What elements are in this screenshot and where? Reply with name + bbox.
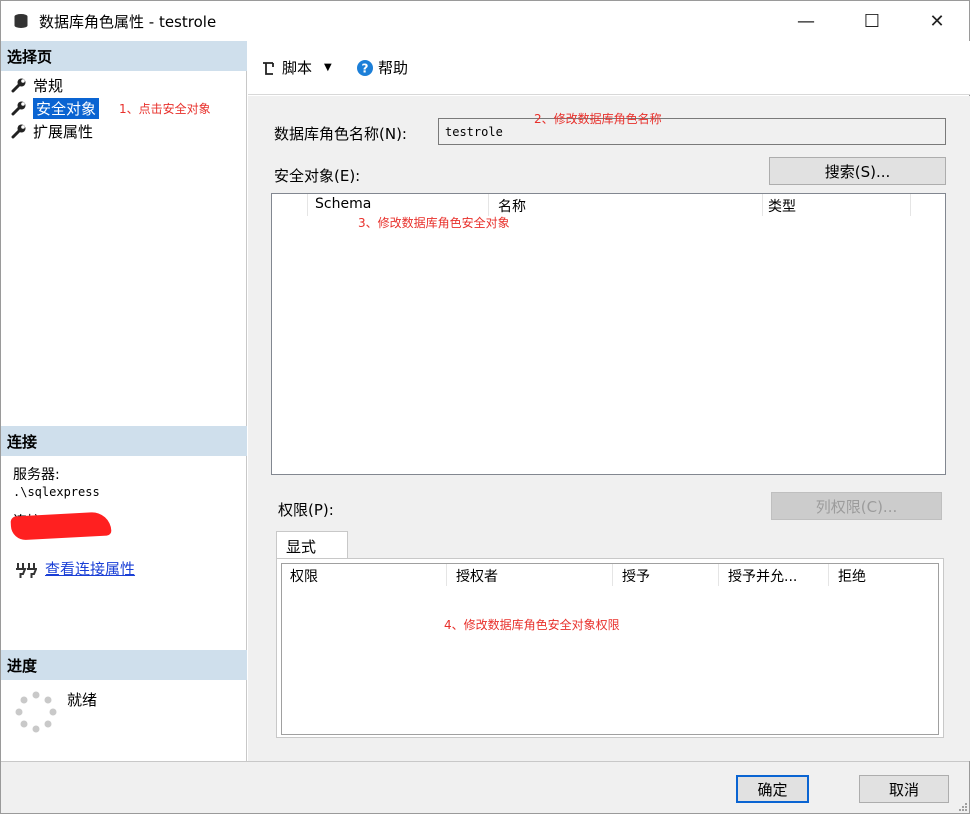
column-header-grant[interactable]: 授予 bbox=[622, 564, 650, 586]
wrench-icon bbox=[11, 78, 26, 93]
role-name-field[interactable] bbox=[438, 118, 946, 145]
role-name-label: 数据库角色名称(N): bbox=[274, 125, 407, 143]
connection-header: 连接 bbox=[1, 426, 247, 456]
column-permissions-button[interactable]: 列权限(C)... bbox=[771, 492, 942, 520]
nav-item-extended-properties[interactable]: 扩展属性 bbox=[11, 120, 93, 142]
annotation-2: 2、修改数据库角色名称 bbox=[534, 112, 662, 126]
select-page-header: 选择页 bbox=[1, 41, 247, 71]
progress-spinner-icon bbox=[15, 691, 57, 733]
server-label: 服务器: bbox=[13, 467, 60, 483]
status-text: 就绪 bbox=[67, 691, 98, 709]
permissions-grid[interactable]: 权限 授权者 授予 授予并允... 拒绝 4、修改数据库角色安全对象权限 bbox=[281, 563, 939, 735]
title-bar: 数据库角色属性 - testrole — ☐ ✕ bbox=[1, 1, 969, 41]
ok-button[interactable]: 确定 bbox=[736, 775, 809, 803]
chevron-down-icon[interactable]: ▼ bbox=[324, 62, 332, 73]
annotation-1: 1、点击安全对象 bbox=[119, 102, 211, 116]
server-value: .\sqlexpress bbox=[13, 485, 100, 499]
script-button[interactable]: 脚本 ▼ bbox=[260, 57, 332, 78]
close-button[interactable]: ✕ bbox=[914, 1, 960, 41]
nav-item-securables[interactable]: 安全对象 bbox=[11, 97, 100, 119]
help-label: 帮助 bbox=[378, 59, 409, 77]
column-header-name[interactable]: 名称 bbox=[498, 194, 526, 216]
main-pane: 数据库角色名称(N): 2、修改数据库角色名称 安全对象(E): 搜索(S)..… bbox=[248, 96, 970, 761]
permissions-label: 权限(P): bbox=[278, 501, 334, 519]
help-icon: ? bbox=[357, 59, 373, 76]
view-connection-properties-link[interactable]: 查看连接属性 bbox=[45, 558, 135, 579]
script-icon bbox=[263, 61, 274, 75]
database-icon bbox=[14, 14, 28, 28]
resize-grip-icon[interactable] bbox=[957, 801, 967, 811]
column-header-with-grant[interactable]: 授予并允... bbox=[728, 564, 797, 586]
nav-item-label: 安全对象 bbox=[33, 97, 100, 119]
column-header-deny[interactable]: 拒绝 bbox=[838, 564, 866, 586]
connection-properties-icon bbox=[16, 563, 37, 578]
annotation-4: 4、修改数据库角色安全对象权限 bbox=[444, 618, 620, 632]
explicit-tab-panel: 权限 授权者 授予 授予并允... 拒绝 4、修改数据库角色安全对象权限 bbox=[276, 558, 944, 738]
wrench-icon bbox=[11, 124, 26, 139]
annotation-3: 3、修改数据库角色安全对象 bbox=[358, 216, 510, 230]
svg-text:?: ? bbox=[362, 61, 369, 75]
column-header-type[interactable]: 类型 bbox=[768, 194, 796, 216]
role-properties-window: 数据库角色属性 - testrole — ☐ ✕ 选择页 常规 安全对象 1、点… bbox=[0, 0, 970, 814]
tab-explicit[interactable]: 显式 bbox=[276, 531, 348, 559]
column-header-grantor[interactable]: 授权者 bbox=[456, 564, 498, 586]
maximize-button[interactable]: ☐ bbox=[849, 1, 895, 41]
column-header-schema[interactable]: Schema bbox=[315, 194, 371, 216]
search-button[interactable]: 搜索(S)... bbox=[769, 157, 946, 185]
wrench-icon bbox=[11, 101, 26, 116]
nav-item-label: 常规 bbox=[33, 76, 64, 95]
dialog-footer: 确定 取消 bbox=[1, 761, 969, 813]
minimize-button[interactable]: — bbox=[783, 1, 829, 41]
window-title: 数据库角色属性 - testrole bbox=[39, 13, 217, 31]
progress-header: 进度 bbox=[1, 650, 247, 680]
toolbar: 脚本 ▼ ? 帮助 bbox=[248, 41, 970, 95]
help-button[interactable]: ? 帮助 bbox=[356, 57, 408, 78]
column-header-permission[interactable]: 权限 bbox=[290, 564, 318, 586]
nav-item-label: 扩展属性 bbox=[33, 122, 94, 141]
script-label: 脚本 bbox=[282, 59, 313, 77]
securables-label: 安全对象(E): bbox=[274, 167, 361, 185]
nav-item-general[interactable]: 常规 bbox=[11, 74, 63, 96]
cancel-button[interactable]: 取消 bbox=[859, 775, 949, 803]
securables-grid[interactable]: Schema 名称 类型 3、修改数据库角色安全对象 bbox=[271, 193, 946, 475]
